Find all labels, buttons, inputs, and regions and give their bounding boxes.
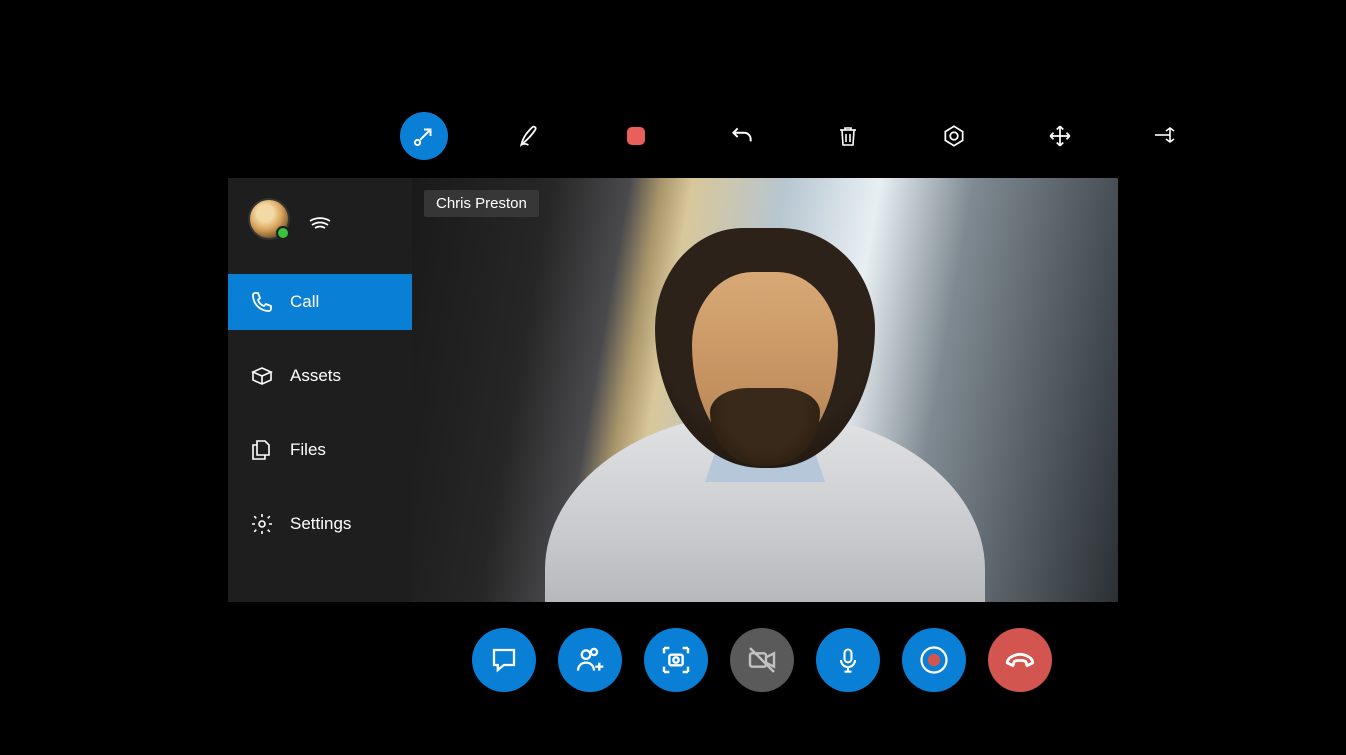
network-signal-icon xyxy=(308,207,332,231)
record-button[interactable] xyxy=(902,628,966,692)
nav-label-assets: Assets xyxy=(290,366,341,386)
annotation-toolbar xyxy=(400,112,1190,160)
hololens-annotate-tool[interactable] xyxy=(930,112,978,160)
nav-label-call: Call xyxy=(290,292,319,312)
pen-ink-icon xyxy=(517,123,543,149)
hololens-icon xyxy=(941,123,967,149)
arrow-ink-icon xyxy=(411,123,437,149)
participant-portrait xyxy=(545,202,985,602)
chat-icon xyxy=(489,645,519,675)
sidebar-nav: Call Assets Files xyxy=(228,260,412,570)
phone-icon xyxy=(250,290,274,314)
remote-video: Chris Preston xyxy=(412,178,1118,602)
files-icon xyxy=(250,438,274,462)
settings-icon xyxy=(250,512,274,536)
nav-item-call[interactable]: Call xyxy=(228,274,412,330)
nav-item-settings[interactable]: Settings xyxy=(228,496,412,552)
camera-capture-icon xyxy=(660,644,692,676)
add-person-icon xyxy=(574,644,606,676)
hang-up-icon xyxy=(1003,643,1037,677)
presence-indicator xyxy=(276,226,290,240)
nav-label-files: Files xyxy=(290,440,326,460)
add-person-button[interactable] xyxy=(558,628,622,692)
sidebar-header xyxy=(228,178,412,260)
trash-icon xyxy=(836,123,860,149)
participant-name-badge: Chris Preston xyxy=(424,190,539,217)
move-tool[interactable] xyxy=(1036,112,1084,160)
sidebar: Call Assets Files xyxy=(228,178,412,602)
end-call-button[interactable] xyxy=(988,628,1052,692)
camera-off-icon xyxy=(746,644,778,676)
pin-tool[interactable] xyxy=(1142,112,1190,160)
chat-button[interactable] xyxy=(472,628,536,692)
screenshot-button[interactable] xyxy=(644,628,708,692)
delete-tool[interactable] xyxy=(824,112,872,160)
call-controls xyxy=(472,628,1052,692)
arrow-ink-tool[interactable] xyxy=(400,112,448,160)
main-panel: Call Assets Files xyxy=(228,178,1118,602)
self-avatar[interactable] xyxy=(248,198,290,240)
stop-icon xyxy=(624,124,648,148)
mic-toggle-button[interactable] xyxy=(816,628,880,692)
camera-toggle-button[interactable] xyxy=(730,628,794,692)
record-icon xyxy=(919,645,949,675)
undo-icon xyxy=(729,123,755,149)
undo-tool[interactable] xyxy=(718,112,766,160)
nav-item-files[interactable]: Files xyxy=(228,422,412,478)
pen-ink-tool[interactable] xyxy=(506,112,554,160)
stop-record-indicator[interactable] xyxy=(612,112,660,160)
nav-item-assets[interactable]: Assets xyxy=(228,348,412,404)
mic-icon xyxy=(834,644,862,676)
move-arrows-icon xyxy=(1047,123,1073,149)
pin-icon xyxy=(1152,125,1180,147)
nav-label-settings: Settings xyxy=(290,514,351,534)
assets-icon xyxy=(250,364,274,388)
